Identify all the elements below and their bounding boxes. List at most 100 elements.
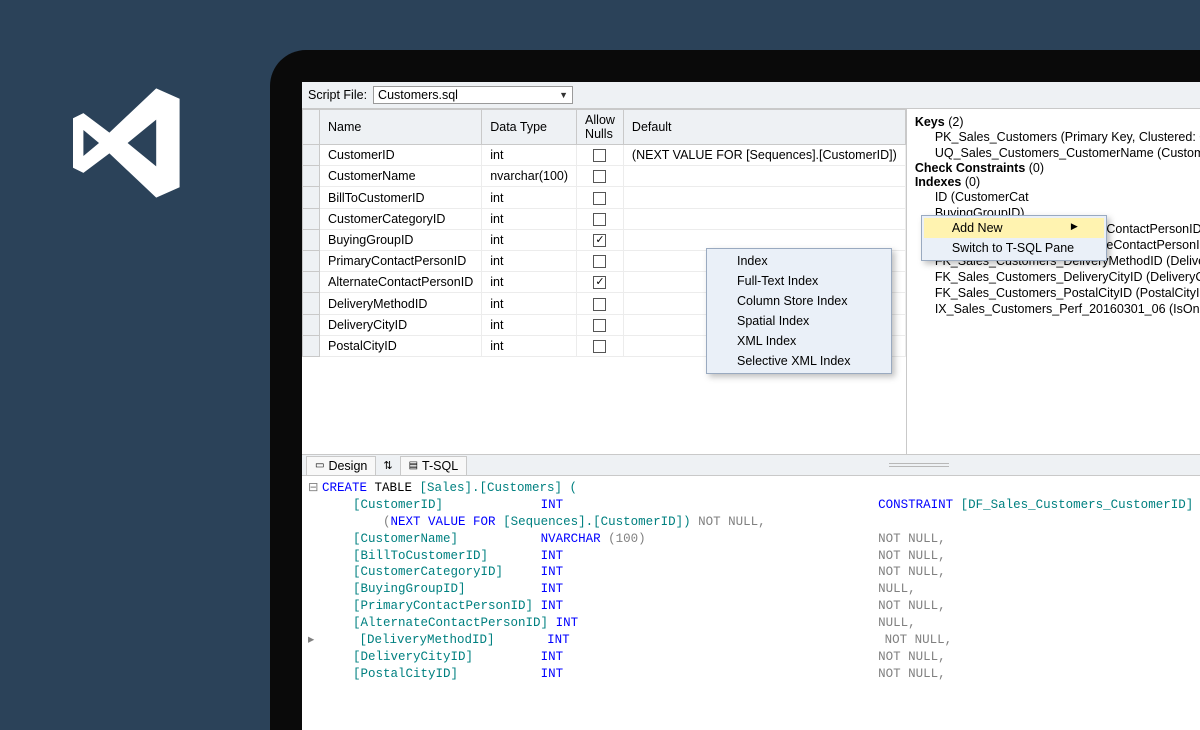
fk-item[interactable]: IX_Sales_Customers_Perf_20160301_06 (IsO… <box>915 301 1200 317</box>
table-row[interactable]: CustomerCategoryIDint <box>303 208 906 229</box>
cell-datatype[interactable]: int <box>482 208 577 229</box>
row-selector[interactable] <box>303 335 320 356</box>
script-file-label: Script File: <box>308 88 367 102</box>
row-selector[interactable] <box>303 166 320 187</box>
cell-datatype[interactable]: int <box>482 187 577 208</box>
checkbox-icon[interactable]: ✓ <box>593 234 606 247</box>
row-selector[interactable] <box>303 229 320 250</box>
checkbox-icon[interactable] <box>593 149 606 162</box>
context-menu-add-switch: Add New▶ Switch to T-SQL Pane <box>921 215 1107 261</box>
fk-item[interactable]: FK_Sales_Customers_PostalCityID (PostalC… <box>915 285 1200 301</box>
tsql-editor[interactable]: ⊟CREATE TABLE [Sales].[Customers] ( [Cus… <box>302 476 1200 683</box>
table-row[interactable]: CustomerIDint (NEXT VALUE FOR [Sequences]… <box>303 145 906 166</box>
keys-count: (2) <box>948 115 963 129</box>
cell-allownulls[interactable]: ✓ <box>577 272 624 293</box>
menu-index[interactable]: Index <box>709 251 889 271</box>
key-item[interactable]: PK_Sales_Customers (Primary Key, Cluster… <box>915 129 1200 145</box>
script-file-combobox[interactable]: Customers.sql ▼ <box>373 86 573 104</box>
c: TABLE <box>367 481 420 495</box>
checkbox-icon[interactable] <box>593 170 606 183</box>
checkbox-icon[interactable] <box>593 213 606 226</box>
swap-icon[interactable]: ⇅ <box>380 459 395 472</box>
menu-xml-index[interactable]: XML Index <box>709 331 889 351</box>
properties-pane: Keys (2) PK_Sales_Customers (Primary Key… <box>907 109 1200 454</box>
col-datatype-header[interactable]: Data Type <box>482 110 577 145</box>
cell-datatype[interactable]: nvarchar(100) <box>482 166 577 187</box>
cell-allownulls[interactable] <box>577 166 624 187</box>
cell-name[interactable]: CustomerID <box>320 145 482 166</box>
row-selector[interactable] <box>303 293 320 314</box>
tsql-icon: ▤ <box>409 460 418 471</box>
script-file-value: Customers.sql <box>378 88 458 102</box>
cell-default[interactable] <box>623 208 905 229</box>
checkbox-icon[interactable] <box>593 319 606 332</box>
menu-add-new[interactable]: Add New▶ <box>924 218 1104 238</box>
cell-name[interactable]: AlternateContactPersonID <box>320 272 482 293</box>
cell-name[interactable]: DeliveryCityID <box>320 314 482 335</box>
menu-spatial-index[interactable]: Spatial Index <box>709 311 889 331</box>
design-icon: ▭ <box>315 460 324 471</box>
ix-count: (0) <box>965 175 980 189</box>
cell-datatype[interactable]: int <box>482 272 577 293</box>
cell-datatype[interactable]: int <box>482 293 577 314</box>
checkbox-icon[interactable] <box>593 298 606 311</box>
row-selector[interactable] <box>303 251 320 272</box>
table-row[interactable]: CustomerNamenvarchar(100) <box>303 166 906 187</box>
cell-allownulls[interactable] <box>577 208 624 229</box>
checkbox-icon[interactable]: ✓ <box>593 276 606 289</box>
cell-default[interactable] <box>623 166 905 187</box>
row-selector[interactable] <box>303 187 320 208</box>
col-allownulls-header[interactable]: Allow Nulls <box>577 110 624 145</box>
checkbox-icon[interactable] <box>593 255 606 268</box>
cell-default[interactable] <box>623 187 905 208</box>
cell-name[interactable]: CustomerName <box>320 166 482 187</box>
context-menu-index-types: Index Full-Text Index Column Store Index… <box>706 248 892 374</box>
cell-name[interactable]: BillToCustomerID <box>320 187 482 208</box>
menu-fulltext-index[interactable]: Full-Text Index <box>709 271 889 291</box>
fk-item[interactable]: FK_Sales_Customers_DeliveryCityID (Deliv… <box>915 269 1200 285</box>
cell-allownulls[interactable] <box>577 187 624 208</box>
keys-header: Keys <box>915 115 945 129</box>
cell-name[interactable]: PrimaryContactPersonID <box>320 251 482 272</box>
cell-allownulls[interactable] <box>577 335 624 356</box>
cell-allownulls[interactable]: ✓ <box>577 229 624 250</box>
app-window: Script File: Customers.sql ▼ Name Data T… <box>302 82 1200 730</box>
indexes-header: Indexes <box>915 175 962 189</box>
cell-name[interactable]: BuyingGroupID <box>320 229 482 250</box>
row-selector[interactable] <box>303 272 320 293</box>
cell-datatype[interactable]: int <box>482 251 577 272</box>
cell-name[interactable]: PostalCityID <box>320 335 482 356</box>
key-item[interactable]: UQ_Sales_Customers_CustomerName (Custome… <box>915 145 1200 161</box>
menu-switch-tsql[interactable]: Switch to T-SQL Pane <box>924 238 1104 258</box>
fk-item[interactable]: ID (CustomerCat <box>915 189 1200 205</box>
checkbox-icon[interactable] <box>593 340 606 353</box>
row-selector[interactable] <box>303 208 320 229</box>
toolbar: Script File: Customers.sql ▼ <box>302 82 1200 109</box>
cell-name[interactable]: DeliveryMethodID <box>320 293 482 314</box>
check-constraints-header: Check Constraints <box>915 161 1025 175</box>
cell-allownulls[interactable] <box>577 145 624 166</box>
col-name-header[interactable]: Name <box>320 110 482 145</box>
menu-columnstore-index[interactable]: Column Store Index <box>709 291 889 311</box>
cell-allownulls[interactable] <box>577 251 624 272</box>
cell-datatype[interactable]: int <box>482 145 577 166</box>
row-selector[interactable] <box>303 145 320 166</box>
row-selector[interactable] <box>303 314 320 335</box>
cell-datatype[interactable]: int <box>482 229 577 250</box>
cell-datatype[interactable]: int <box>482 335 577 356</box>
checkbox-icon[interactable] <box>593 192 606 205</box>
col-default-header[interactable]: Default <box>623 110 905 145</box>
designer-tabs: ▭ Design ⇅ ▤ T-SQL <box>302 454 1200 476</box>
menu-selective-xml-index[interactable]: Selective XML Index <box>709 351 889 371</box>
tab-tsql[interactable]: ▤ T-SQL <box>400 456 468 475</box>
cell-name[interactable]: CustomerCategoryID <box>320 208 482 229</box>
grid-corner <box>303 110 320 145</box>
cell-allownulls[interactable] <box>577 293 624 314</box>
submenu-arrow-icon: ▶ <box>1071 221 1078 232</box>
table-row[interactable]: BillToCustomerIDint <box>303 187 906 208</box>
cell-default[interactable]: (NEXT VALUE FOR [Sequences].[CustomerID]… <box>623 145 905 166</box>
tab-design[interactable]: ▭ Design <box>306 456 376 475</box>
splitter-gripper[interactable] <box>471 463 1200 467</box>
cell-allownulls[interactable] <box>577 314 624 335</box>
cell-datatype[interactable]: int <box>482 314 577 335</box>
